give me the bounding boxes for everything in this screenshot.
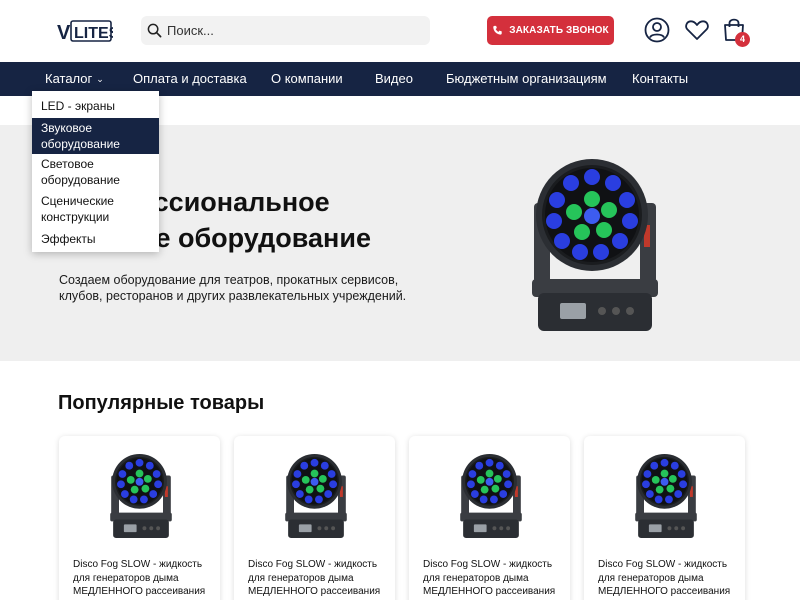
product-image	[628, 452, 704, 540]
product-name[interactable]: Disco Fog SLOW - жидкость для генераторо…	[248, 558, 388, 599]
svg-text:V: V	[57, 22, 71, 44]
phone-icon	[493, 25, 502, 35]
dropdown-item-light-equipment[interactable]: Световое оборудование	[32, 156, 159, 188]
user-icon[interactable]	[643, 16, 671, 44]
nav-item-label: Каталог	[45, 71, 93, 86]
nav-item-video[interactable]: Видео	[375, 62, 413, 96]
catalog-dropdown: LED - экраны Звуковое оборудование Свето…	[32, 91, 159, 252]
dropdown-item-led-screens[interactable]: LED - экраны	[32, 98, 159, 114]
product-card[interactable]: Disco Fog SLOW - жидкость для генераторо…	[584, 436, 745, 600]
dropdown-item-sound-equipment[interactable]: Звуковое оборудование	[32, 118, 159, 154]
search-input[interactable]	[167, 16, 422, 45]
product-name[interactable]: Disco Fog SLOW - жидкость для генераторо…	[73, 558, 213, 599]
order-call-label: ЗАКАЗАТЬ ЗВОНОК	[509, 25, 609, 36]
order-call-button[interactable]: ЗАКАЗАТЬ ЗВОНОК	[487, 16, 614, 45]
product-card[interactable]: Disco Fog SLOW - жидкость для генераторо…	[234, 436, 395, 600]
nav-item-contacts[interactable]: Контакты	[632, 62, 688, 96]
popular-products-title: Популярные товары	[58, 392, 265, 414]
nav-item-budget-organizations[interactable]: Бюджетным организациям	[446, 62, 607, 96]
product-name[interactable]: Disco Fog SLOW - жидкость для генераторо…	[598, 558, 738, 599]
search-icon	[147, 23, 162, 38]
product-name[interactable]: Disco Fog SLOW - жидкость для генераторо…	[423, 558, 563, 599]
product-image	[278, 452, 354, 540]
cart-count-badge: 4	[735, 32, 750, 47]
product-card[interactable]: Disco Fog SLOW - жидкость для генераторо…	[409, 436, 570, 600]
product-image	[103, 452, 179, 540]
heart-icon[interactable]	[683, 16, 711, 44]
logo-text: LITES	[74, 25, 113, 42]
logo[interactable]: V LITES	[57, 17, 113, 45]
product-card[interactable]: Disco Fog SLOW - жидкость для генераторо…	[59, 436, 220, 600]
dropdown-item-effects[interactable]: Эффекты	[32, 231, 159, 247]
hero-product-image	[520, 155, 670, 335]
hero-description: Создаем оборудование для театров, прокат…	[59, 273, 407, 303]
search-box[interactable]	[141, 16, 430, 45]
product-image	[453, 452, 529, 540]
dropdown-item-stage-constructions[interactable]: Сценические конструкции	[32, 193, 159, 225]
page: V LITES ЗАКАЗАТЬ ЗВОНОК	[0, 0, 800, 600]
header: V LITES ЗАКАЗАТЬ ЗВОНОК	[0, 0, 800, 62]
nav-item-about[interactable]: О компании	[271, 62, 343, 96]
